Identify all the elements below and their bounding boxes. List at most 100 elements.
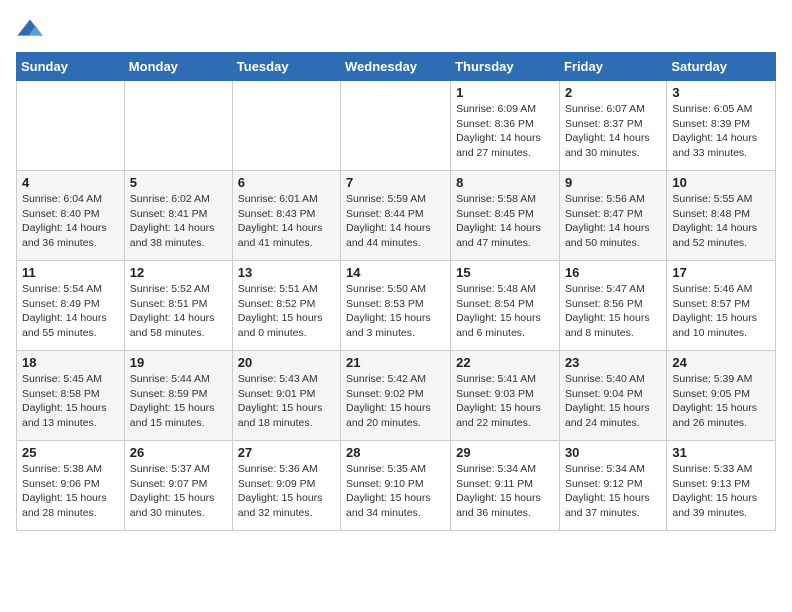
calendar-cell: 1 Sunrise: 6:09 AM Sunset: 8:36 PM Daylig…: [451, 81, 560, 171]
weekday-header-row: SundayMondayTuesdayWednesdayThursdayFrid…: [17, 53, 776, 81]
day-number: 18: [22, 355, 119, 370]
day-info: Sunrise: 6:05 AM Sunset: 8:39 PM Dayligh…: [672, 102, 770, 161]
day-info: Sunrise: 5:48 AM Sunset: 8:54 PM Dayligh…: [456, 282, 554, 341]
calendar-cell: 15 Sunrise: 5:48 AM Sunset: 8:54 PM Dayli…: [451, 261, 560, 351]
day-info: Sunrise: 5:56 AM Sunset: 8:47 PM Dayligh…: [565, 192, 661, 251]
day-number: 5: [130, 175, 227, 190]
day-info: Sunrise: 5:37 AM Sunset: 9:07 PM Dayligh…: [130, 462, 227, 521]
calendar-cell: [341, 81, 451, 171]
day-info: Sunrise: 5:38 AM Sunset: 9:06 PM Dayligh…: [22, 462, 119, 521]
day-info: Sunrise: 5:34 AM Sunset: 9:11 PM Dayligh…: [456, 462, 554, 521]
calendar-cell: 14 Sunrise: 5:50 AM Sunset: 8:53 PM Dayli…: [341, 261, 451, 351]
day-number: 9: [565, 175, 661, 190]
calendar-cell: 26 Sunrise: 5:37 AM Sunset: 9:07 PM Dayli…: [124, 441, 232, 531]
day-info: Sunrise: 5:55 AM Sunset: 8:48 PM Dayligh…: [672, 192, 770, 251]
calendar-cell: 3Sunrise: 6:05 AM Sunset: 8:39 PM Daylig…: [667, 81, 776, 171]
day-info: Sunrise: 5:58 AM Sunset: 8:45 PM Dayligh…: [456, 192, 554, 251]
weekday-header-monday: Monday: [124, 53, 232, 81]
day-info: Sunrise: 6:04 AM Sunset: 8:40 PM Dayligh…: [22, 192, 119, 251]
day-info: Sunrise: 5:34 AM Sunset: 9:12 PM Dayligh…: [565, 462, 661, 521]
day-number: 23: [565, 355, 661, 370]
calendar-body: 1 Sunrise: 6:09 AM Sunset: 8:36 PM Daylig…: [17, 81, 776, 531]
calendar-cell: 12 Sunrise: 5:52 AM Sunset: 8:51 PM Dayli…: [124, 261, 232, 351]
calendar-week-4: 18Sunrise: 5:45 AM Sunset: 8:58 PM Dayli…: [17, 351, 776, 441]
calendar-cell: 16 Sunrise: 5:47 AM Sunset: 8:56 PM Dayli…: [559, 261, 666, 351]
day-number: 13: [238, 265, 335, 280]
day-number: 26: [130, 445, 227, 460]
day-info: Sunrise: 6:09 AM Sunset: 8:36 PM Dayligh…: [456, 102, 554, 161]
calendar-cell: 31 Sunrise: 5:33 AM Sunset: 9:13 PM Dayli…: [667, 441, 776, 531]
day-number: 24: [672, 355, 770, 370]
weekday-header-friday: Friday: [559, 53, 666, 81]
calendar-cell: 29Sunrise: 5:34 AM Sunset: 9:11 PM Dayli…: [451, 441, 560, 531]
day-number: 20: [238, 355, 335, 370]
day-number: 1: [456, 85, 554, 100]
calendar-cell: 9 Sunrise: 5:56 AM Sunset: 8:47 PM Daylig…: [559, 171, 666, 261]
day-info: Sunrise: 5:50 AM Sunset: 8:53 PM Dayligh…: [346, 282, 445, 341]
day-info: Sunrise: 5:36 AM Sunset: 9:09 PM Dayligh…: [238, 462, 335, 521]
calendar-cell: [232, 81, 340, 171]
weekday-header-wednesday: Wednesday: [341, 53, 451, 81]
page-header: [16, 16, 776, 44]
day-number: 28: [346, 445, 445, 460]
calendar-cell: [17, 81, 125, 171]
day-info: Sunrise: 5:40 AM Sunset: 9:04 PM Dayligh…: [565, 372, 661, 431]
day-info: Sunrise: 5:46 AM Sunset: 8:57 PM Dayligh…: [672, 282, 770, 341]
calendar-week-5: 25 Sunrise: 5:38 AM Sunset: 9:06 PM Dayli…: [17, 441, 776, 531]
calendar-week-2: 4 Sunrise: 6:04 AM Sunset: 8:40 PM Daylig…: [17, 171, 776, 261]
day-info: Sunrise: 5:42 AM Sunset: 9:02 PM Dayligh…: [346, 372, 445, 431]
day-number: 12: [130, 265, 227, 280]
day-number: 27: [238, 445, 335, 460]
day-number: 22: [456, 355, 554, 370]
calendar-cell: [124, 81, 232, 171]
calendar-cell: 23 Sunrise: 5:40 AM Sunset: 9:04 PM Dayli…: [559, 351, 666, 441]
day-info: Sunrise: 5:54 AM Sunset: 8:49 PM Dayligh…: [22, 282, 119, 341]
calendar-cell: 22Sunrise: 5:41 AM Sunset: 9:03 PM Dayli…: [451, 351, 560, 441]
calendar-cell: 11Sunrise: 5:54 AM Sunset: 8:49 PM Dayli…: [17, 261, 125, 351]
calendar-cell: 20 Sunrise: 5:43 AM Sunset: 9:01 PM Dayli…: [232, 351, 340, 441]
day-info: Sunrise: 5:44 AM Sunset: 8:59 PM Dayligh…: [130, 372, 227, 431]
logo-icon: [16, 16, 44, 44]
day-info: Sunrise: 5:39 AM Sunset: 9:05 PM Dayligh…: [672, 372, 770, 431]
weekday-header-sunday: Sunday: [17, 53, 125, 81]
day-number: 17: [672, 265, 770, 280]
calendar-cell: 24 Sunrise: 5:39 AM Sunset: 9:05 PM Dayli…: [667, 351, 776, 441]
calendar-cell: 5Sunrise: 6:02 AM Sunset: 8:41 PM Daylig…: [124, 171, 232, 261]
calendar-week-1: 1 Sunrise: 6:09 AM Sunset: 8:36 PM Daylig…: [17, 81, 776, 171]
day-info: Sunrise: 5:47 AM Sunset: 8:56 PM Dayligh…: [565, 282, 661, 341]
day-info: Sunrise: 5:52 AM Sunset: 8:51 PM Dayligh…: [130, 282, 227, 341]
calendar-cell: 25 Sunrise: 5:38 AM Sunset: 9:06 PM Dayli…: [17, 441, 125, 531]
day-number: 14: [346, 265, 445, 280]
day-info: Sunrise: 6:07 AM Sunset: 8:37 PM Dayligh…: [565, 102, 661, 161]
day-number: 25: [22, 445, 119, 460]
day-info: Sunrise: 5:59 AM Sunset: 8:44 PM Dayligh…: [346, 192, 445, 251]
calendar-cell: 30 Sunrise: 5:34 AM Sunset: 9:12 PM Dayli…: [559, 441, 666, 531]
calendar-table: SundayMondayTuesdayWednesdayThursdayFrid…: [16, 52, 776, 531]
day-info: Sunrise: 5:35 AM Sunset: 9:10 PM Dayligh…: [346, 462, 445, 521]
calendar-cell: 4 Sunrise: 6:04 AM Sunset: 8:40 PM Daylig…: [17, 171, 125, 261]
day-number: 16: [565, 265, 661, 280]
day-number: 4: [22, 175, 119, 190]
day-number: 30: [565, 445, 661, 460]
day-number: 15: [456, 265, 554, 280]
day-info: Sunrise: 5:43 AM Sunset: 9:01 PM Dayligh…: [238, 372, 335, 431]
day-number: 7: [346, 175, 445, 190]
day-number: 19: [130, 355, 227, 370]
day-number: 6: [238, 175, 335, 190]
calendar-cell: 10 Sunrise: 5:55 AM Sunset: 8:48 PM Dayli…: [667, 171, 776, 261]
day-number: 31: [672, 445, 770, 460]
calendar-cell: 6 Sunrise: 6:01 AM Sunset: 8:43 PM Daylig…: [232, 171, 340, 261]
logo: [16, 16, 48, 44]
weekday-header-tuesday: Tuesday: [232, 53, 340, 81]
calendar-cell: 27 Sunrise: 5:36 AM Sunset: 9:09 PM Dayli…: [232, 441, 340, 531]
calendar-cell: 18Sunrise: 5:45 AM Sunset: 8:58 PM Dayli…: [17, 351, 125, 441]
day-number: 10: [672, 175, 770, 190]
day-info: Sunrise: 6:01 AM Sunset: 8:43 PM Dayligh…: [238, 192, 335, 251]
day-number: 8: [456, 175, 554, 190]
calendar-cell: 13 Sunrise: 5:51 AM Sunset: 8:52 PM Dayli…: [232, 261, 340, 351]
calendar-cell: 19 Sunrise: 5:44 AM Sunset: 8:59 PM Dayli…: [124, 351, 232, 441]
day-info: Sunrise: 5:33 AM Sunset: 9:13 PM Dayligh…: [672, 462, 770, 521]
calendar-cell: 17 Sunrise: 5:46 AM Sunset: 8:57 PM Dayli…: [667, 261, 776, 351]
day-number: 2: [565, 85, 661, 100]
day-info: Sunrise: 5:51 AM Sunset: 8:52 PM Dayligh…: [238, 282, 335, 341]
